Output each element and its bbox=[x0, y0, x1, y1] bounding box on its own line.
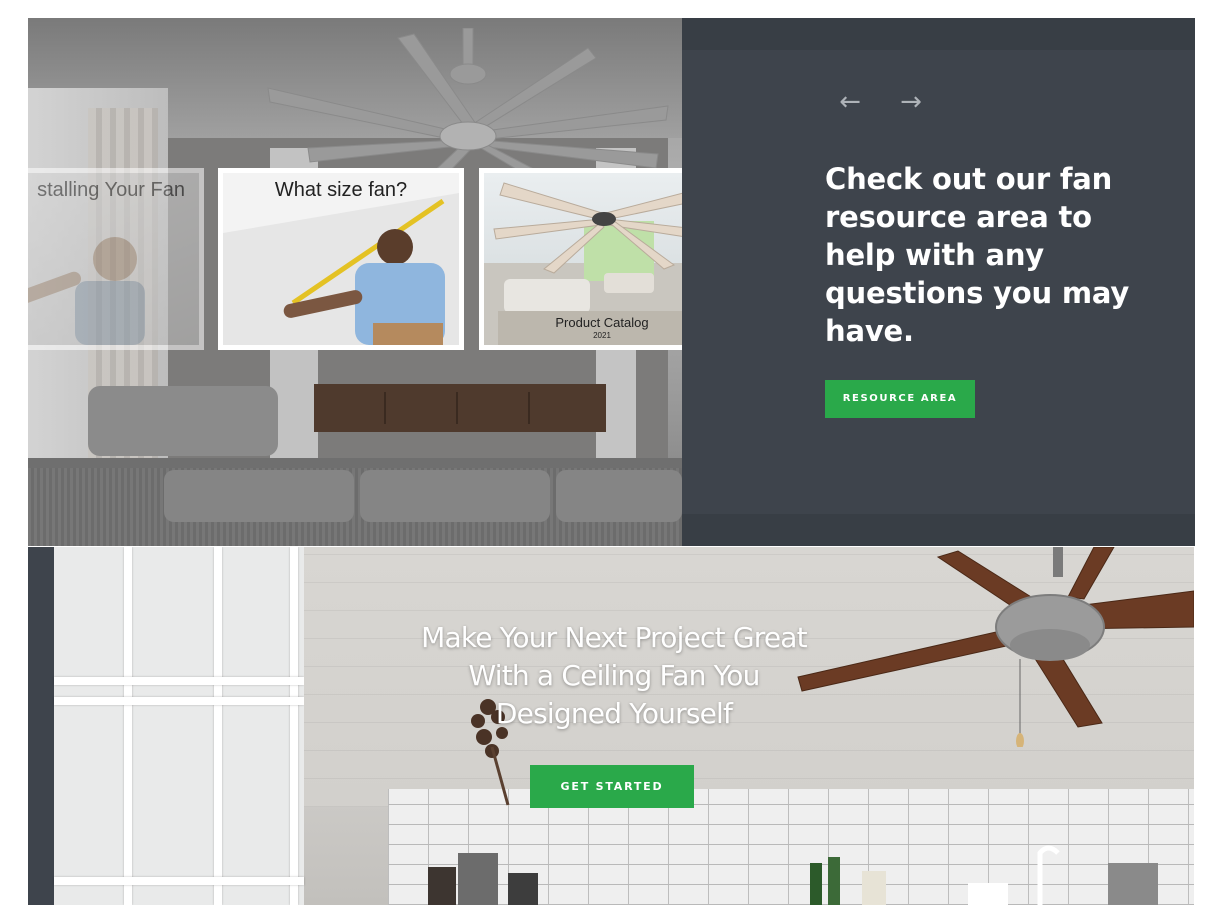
carousel-card-what-size[interactable]: What size fan? bbox=[218, 168, 464, 350]
arrow-left-icon[interactable]: ← bbox=[832, 86, 868, 118]
resource-area-button[interactable]: Resource Area bbox=[825, 380, 975, 418]
kitchen-window-image bbox=[54, 547, 304, 905]
kitchen-counter-items bbox=[428, 845, 1158, 905]
get-started-button[interactable]: Get Started bbox=[530, 765, 694, 808]
resource-panel: ← → Check out our fan resource area to h… bbox=[682, 18, 1195, 546]
designer-hero: Make Your Next Project Great With a Ceil… bbox=[28, 547, 1194, 905]
arrow-right-icon[interactable]: → bbox=[893, 86, 929, 118]
card-caption: What size fan? bbox=[274, 179, 408, 201]
resource-hero: stalling Your Fan What size fan? Product… bbox=[28, 18, 1195, 546]
card-caption: stalling Your Fan bbox=[37, 179, 185, 201]
resource-carousel: stalling Your Fan What size fan? Product… bbox=[28, 168, 728, 350]
designer-heading: Make Your Next Project Great With a Ceil… bbox=[421, 621, 808, 730]
resource-heading: Check out our fan resource area to help … bbox=[825, 162, 1130, 348]
carousel-card-installing[interactable]: stalling Your Fan bbox=[28, 168, 204, 350]
